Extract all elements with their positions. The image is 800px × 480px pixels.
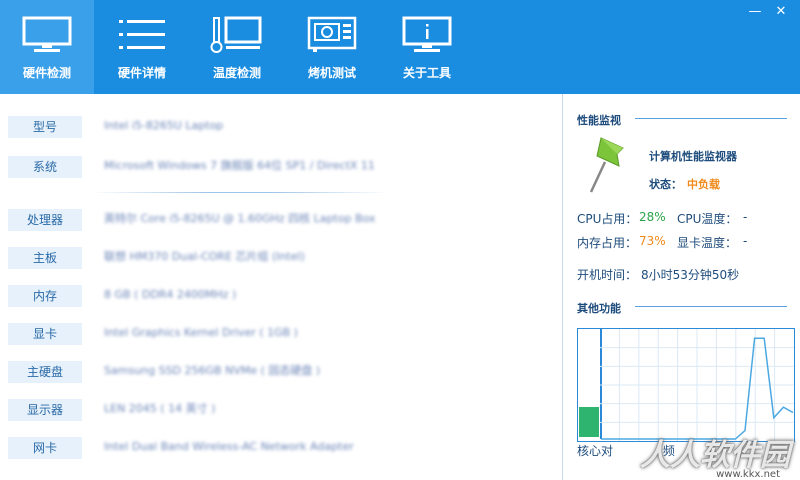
row-value: 联想 HM370 Dual-CORE 芯片组 (Intel) [104,250,305,263]
row-value: Intel Dual Band Wireless-AC Network Adap… [104,440,354,453]
memory-usage-label: 内存占用： [577,236,638,250]
section-title-monitor: 性能监视 [577,114,621,127]
top-toolbar: 硬件检测 硬件详情 温度检测 烤机测试 关于工具 — ✕ [0,0,800,94]
uptime-value: 8小时53分钟50秒 [641,268,740,282]
watermark: 人人软件园 [640,438,790,473]
gpu-card-icon [285,16,379,56]
cpu-bar [578,329,602,439]
minimize-button[interactable]: — [746,4,764,20]
row-label: 网卡 [8,437,82,459]
row-label: 内存 [8,285,82,307]
hardware-info-panel: 型号 Intel i5-8265U Laptop 系统 Microsoft Wi… [0,94,562,480]
row-value: Intel Graphics Kernel Driver ( 1GB ) [104,326,298,339]
row-label: 处理器 [8,209,82,231]
divider [90,192,390,193]
row-value: 8 GB ( DDR4 2400MHz ) [104,288,237,301]
list-icon [95,16,189,56]
thermometer-monitor-icon [190,16,284,56]
tab-label: 烤机测试 [307,66,356,80]
status-value: 中负载 [687,178,720,191]
row-label: 主硬盘 [8,361,82,383]
gpu-temp-label: 显卡温度： [677,236,738,250]
close-button[interactable]: ✕ [772,4,790,20]
tab-hardware-details[interactable]: 硬件详情 [95,0,189,94]
uptime-label: 开机时间： [577,268,638,282]
tab-stress-test[interactable]: 烤机测试 [285,0,379,94]
cpu-bar-fill [579,407,599,437]
line-chart [600,329,794,441]
memory-usage-value: 73% [639,234,666,248]
tab-about[interactable]: 关于工具 [380,0,474,94]
cpu-temp-label: CPU温度： [677,212,738,226]
row-label: 型号 [8,116,82,138]
row-label: 主板 [8,247,82,269]
pushpin-icon [583,134,631,196]
tab-temperature[interactable]: 温度检测 [190,0,284,94]
row-value: LEN 2045 ( 14 英寸 ) [104,402,216,415]
tab-hardware-check[interactable]: 硬件检测 [0,0,94,94]
monitor-app-title: 计算机性能监视器 [649,150,737,163]
watermark-url: www.kkx.net [716,469,780,480]
tab-label: 关于工具 [402,66,451,80]
row-value: Intel i5-8265U Laptop [104,119,224,132]
monitor-panel: 性能监视 计算机性能监视器 状态： 中负载 CPU占用： 28% CPU温度： … [562,94,800,480]
tab-label: 温度检测 [212,66,261,80]
tab-label: 硬件详情 [117,66,166,80]
cpu-temp-value: - [743,210,748,224]
row-value: Microsoft Windows 7 旗舰版 64位 SP1 / Direct… [104,159,375,172]
tab-label: 硬件检测 [22,66,71,80]
status-label: 状态： [649,178,682,191]
performance-chart [577,328,795,442]
section-title-other: 其他功能 [577,302,621,315]
section-line [635,306,787,307]
row-label: 系统 [8,156,82,178]
row-value: Samsung SSD 256GB NVMe ( 固态硬盘 ) [104,364,321,377]
gpu-temp-value: - [743,234,748,248]
row-label: 显卡 [8,323,82,345]
row-value: 英特尔 Core i5-8265U @ 1.60GHz 四核 Laptop Bo… [104,212,376,225]
row-label: 显示器 [8,399,82,421]
legend-left: 核心对 [577,444,614,458]
cpu-usage-label: CPU占用： [577,212,638,226]
monitor-icon [0,16,94,56]
cpu-usage-value: 28% [639,210,666,224]
section-line [635,118,787,119]
info-monitor-icon [380,16,474,56]
